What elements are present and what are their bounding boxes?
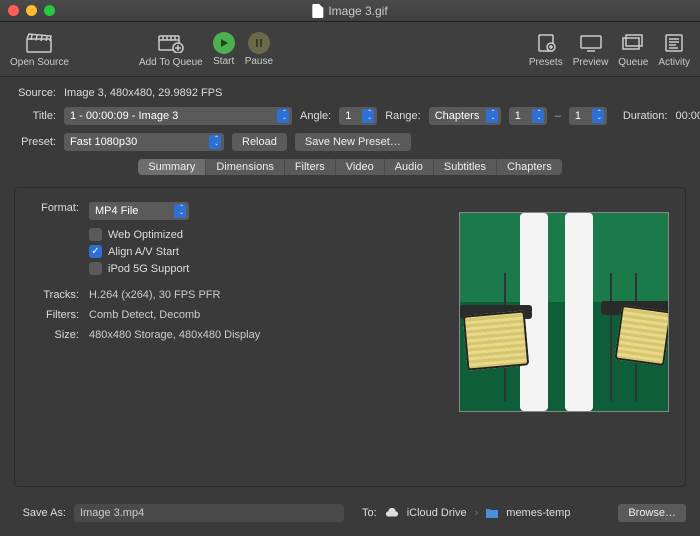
to-folder[interactable]: memes-temp bbox=[506, 507, 570, 519]
activity-button[interactable]: Activity bbox=[658, 31, 690, 68]
tab-dimensions[interactable]: Dimensions bbox=[206, 159, 284, 175]
to-drive[interactable]: iCloud Drive bbox=[407, 507, 467, 519]
title-label: Title: bbox=[14, 110, 56, 122]
tabs: Summary Dimensions Filters Video Audio S… bbox=[14, 159, 686, 175]
window-controls bbox=[8, 5, 55, 16]
range-type-select[interactable]: Chapters bbox=[429, 107, 501, 125]
title-select[interactable]: 1 - 00:00:09 - Image 3 bbox=[64, 107, 292, 125]
window-title: Image 3.gif bbox=[312, 4, 387, 18]
save-as-label: Save As: bbox=[14, 507, 66, 519]
tab-filters[interactable]: Filters bbox=[285, 159, 336, 175]
preview-icon bbox=[577, 31, 605, 55]
size-value: 480x480 Storage, 480x480 Display bbox=[89, 329, 260, 341]
to-label: To: bbox=[362, 507, 377, 519]
save-new-preset-button[interactable]: Save New Preset… bbox=[295, 133, 411, 151]
main-content: Source: Image 3, 480x480, 29.9892 FPS Ti… bbox=[0, 77, 700, 493]
format-select[interactable]: MP4 File bbox=[89, 202, 189, 220]
filters-label: Filters: bbox=[31, 309, 79, 321]
reload-button[interactable]: Reload bbox=[232, 133, 287, 151]
source-label: Source: bbox=[14, 87, 56, 99]
footer: Save As: To: iCloud Drive › memes-temp B… bbox=[0, 494, 700, 536]
duration-label: Duration: bbox=[623, 110, 668, 122]
tab-audio[interactable]: Audio bbox=[385, 159, 434, 175]
web-optimized-checkbox[interactable]: Web Optimized bbox=[89, 228, 439, 241]
tab-video[interactable]: Video bbox=[336, 159, 385, 175]
tab-summary[interactable]: Summary bbox=[138, 159, 206, 175]
pause-icon bbox=[248, 32, 270, 54]
window-title-text: Image 3.gif bbox=[328, 4, 387, 18]
angle-label: Angle: bbox=[300, 110, 331, 122]
ipod-checkbox[interactable]: iPod 5G Support bbox=[89, 262, 439, 275]
folder-icon bbox=[486, 508, 498, 518]
titlebar: Image 3.gif bbox=[0, 0, 700, 22]
queue-button[interactable]: Queue bbox=[618, 31, 648, 68]
add-clip-icon bbox=[157, 31, 185, 55]
tracks-value: H.264 (x264), 30 FPS PFR bbox=[89, 289, 220, 301]
summary-panel: Format: MP4 File Web Optimized Align A/V… bbox=[14, 187, 686, 487]
align-av-checkbox[interactable]: Align A/V Start bbox=[89, 245, 439, 258]
checkbox-icon bbox=[89, 228, 102, 241]
tab-chapters[interactable]: Chapters bbox=[497, 159, 562, 175]
save-as-input[interactable] bbox=[74, 504, 344, 522]
format-label: Format: bbox=[31, 202, 79, 220]
checkbox-icon bbox=[89, 245, 102, 258]
duration-value: 00:00:09 bbox=[675, 110, 700, 122]
range-label: Range: bbox=[385, 110, 420, 122]
zoom-window[interactable] bbox=[44, 5, 55, 16]
browse-button[interactable]: Browse… bbox=[618, 504, 686, 522]
open-source-button[interactable]: Open Source bbox=[10, 31, 69, 68]
document-icon bbox=[312, 4, 323, 18]
presets-button[interactable]: Presets bbox=[529, 31, 563, 68]
angle-select[interactable]: 1 bbox=[339, 107, 377, 125]
pause-button[interactable]: Pause bbox=[245, 32, 273, 67]
cloud-icon bbox=[385, 508, 399, 518]
queue-icon bbox=[619, 31, 647, 55]
size-label: Size: bbox=[31, 329, 79, 341]
tracks-label: Tracks: bbox=[31, 289, 79, 301]
tab-subtitles[interactable]: Subtitles bbox=[434, 159, 497, 175]
checkbox-icon bbox=[89, 262, 102, 275]
preset-select[interactable]: Fast 1080p30 bbox=[64, 133, 224, 151]
play-icon bbox=[213, 32, 235, 54]
range-to-select[interactable]: 1 bbox=[569, 107, 607, 125]
filters-value: Comb Detect, Decomb bbox=[89, 309, 200, 321]
preview-button[interactable]: Preview bbox=[573, 31, 609, 68]
minimize-window[interactable] bbox=[26, 5, 37, 16]
source-value: Image 3, 480x480, 29.9892 FPS bbox=[64, 87, 222, 99]
clapperboard-icon bbox=[25, 31, 53, 55]
toolbar: Open Source Add To Queue Start Pause Pre… bbox=[0, 22, 700, 77]
activity-icon bbox=[660, 31, 688, 55]
close-window[interactable] bbox=[8, 5, 19, 16]
start-button[interactable]: Start bbox=[213, 32, 235, 67]
range-from-select[interactable]: 1 bbox=[509, 107, 547, 125]
range-dash: – bbox=[555, 110, 561, 122]
preset-label: Preset: bbox=[14, 136, 56, 148]
preview-image bbox=[459, 212, 669, 412]
presets-icon bbox=[532, 31, 560, 55]
add-to-queue-button[interactable]: Add To Queue bbox=[139, 31, 203, 68]
